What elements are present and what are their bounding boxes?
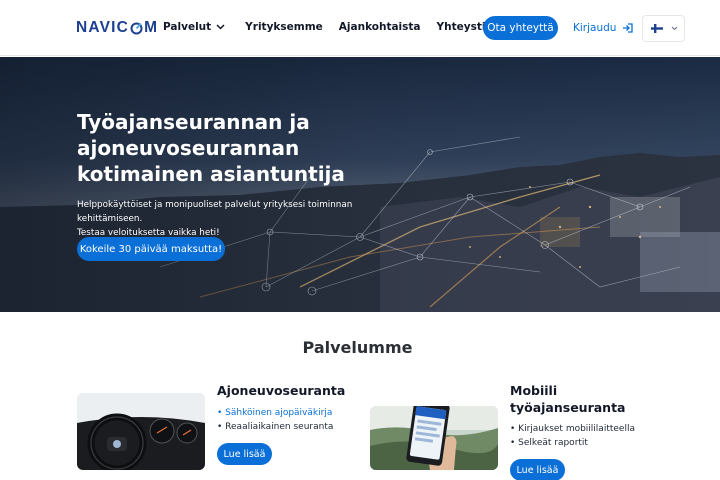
chevron-down-icon (671, 26, 678, 31)
feature-item: Selkeät raportit (510, 436, 660, 450)
login-label: Kirjaudu (573, 22, 617, 34)
login-link[interactable]: Kirjaudu (573, 22, 634, 34)
logo-o-mark (130, 22, 143, 35)
read-more-button[interactable]: Lue lisää (217, 443, 272, 465)
site-header: NAVIC M Palvelut Yrityksemme Ajankohtais… (0, 0, 720, 56)
nav-item-label: Ajankohtaista (338, 21, 421, 33)
smartphone-app-image (370, 406, 498, 470)
read-more-button[interactable]: Lue lisää (510, 459, 565, 480)
feature-item: Reaaliaikainen seuranta (217, 420, 367, 434)
hero-text-line: Helppokäyttöiset ja monipuoliset palvelu… (77, 200, 353, 224)
nav-item-news[interactable]: Ajankohtaista (339, 21, 421, 33)
service-feature-list: Kirjaukset mobiililaitteella Selkeät rap… (510, 422, 660, 450)
feature-item-link[interactable]: Sähköinen ajopäiväkirja (217, 406, 367, 420)
nav-item-label: Palvelut (163, 21, 212, 33)
car-dashboard-image (77, 393, 205, 470)
language-selector[interactable] (642, 15, 685, 42)
service-title: Mobiili työajanseuranta (510, 383, 626, 415)
chevron-down-icon (216, 24, 225, 30)
free-trial-button[interactable]: Kokeile 30 päivää maksutta! (77, 237, 225, 261)
contact-button[interactable]: Ota yhteyttä (483, 16, 558, 40)
main-navigation: Palvelut Yrityksemme Ajankohtaista Yhtey… (163, 21, 512, 33)
finland-flag-icon (651, 24, 663, 33)
nav-item-label: Yrityksemme (245, 21, 323, 33)
nav-item-services[interactable]: Palvelut (163, 21, 225, 33)
navicom-logo[interactable]: NAVIC M (76, 19, 158, 37)
hero-description: Helppokäyttöiset ja monipuoliset palvelu… (77, 198, 417, 240)
nav-item-company[interactable]: Yrityksemme (245, 21, 323, 33)
service-feature-list: Sähköinen ajopäiväkirja Reaaliaikainen s… (217, 406, 367, 434)
service-title: Ajoneuvoseuranta (217, 383, 346, 398)
services-heading: Palvelumme (302, 338, 413, 357)
login-icon (623, 23, 634, 33)
hero-title: Työajanseurannan ja ajoneuvoseurannan ko… (77, 110, 345, 186)
feature-item: Kirjaukset mobiililaitteella (510, 422, 660, 436)
hero-banner: Työajanseurannan ja ajoneuvoseurannan ko… (0, 57, 720, 312)
